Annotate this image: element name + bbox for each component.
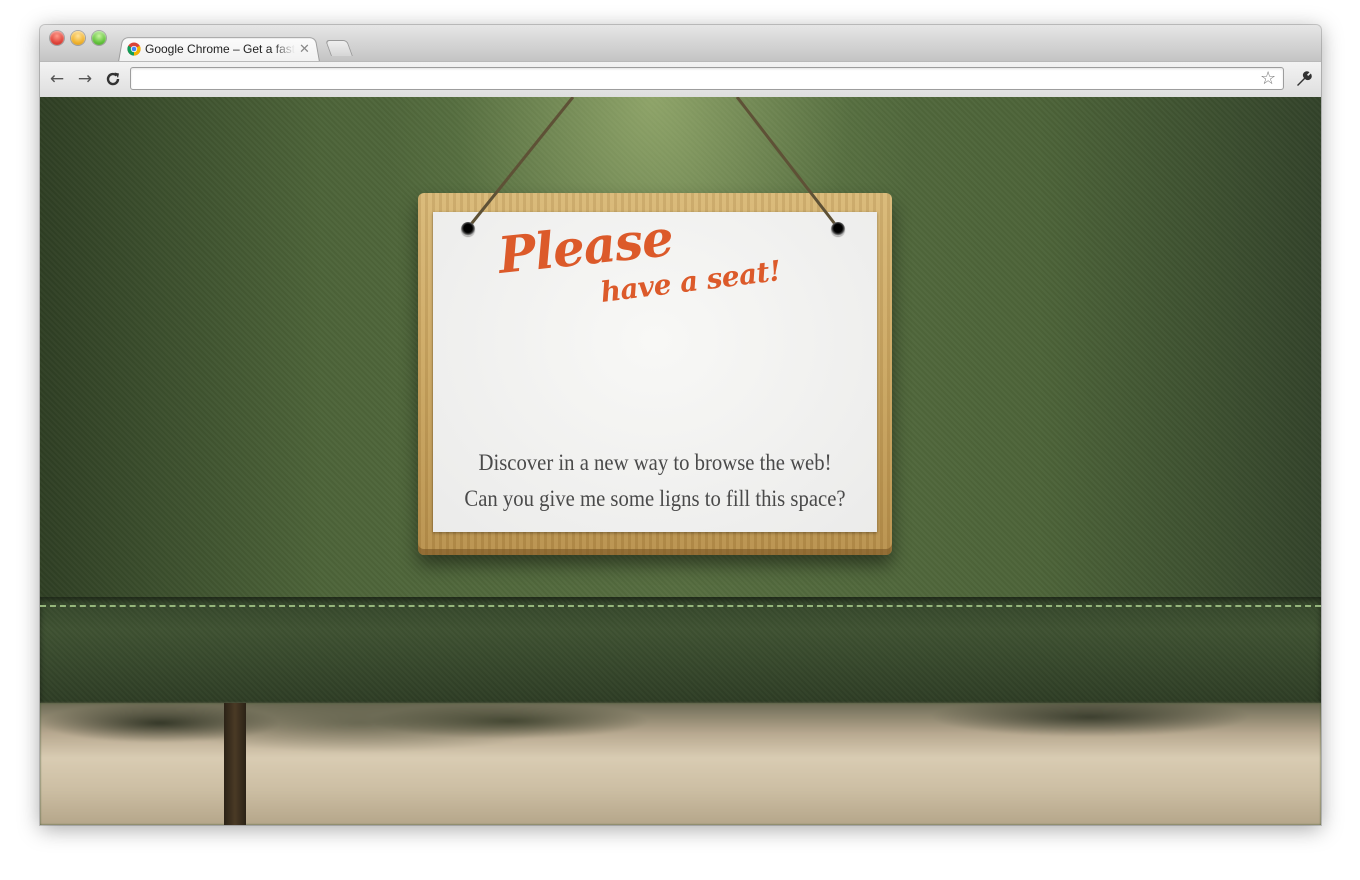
wrench-menu-icon[interactable] xyxy=(1294,69,1314,89)
active-tab-content[interactable]: Google Chrome – Get a fast new browser ✕ xyxy=(122,36,316,61)
left-grommet-icon xyxy=(461,222,475,236)
stitch-line xyxy=(40,605,1321,607)
right-grommet-icon xyxy=(831,222,845,236)
close-window-button[interactable] xyxy=(50,31,64,45)
minimize-window-button[interactable] xyxy=(71,31,85,45)
sign-body-line-2: Can you give me some ligns to fill this … xyxy=(464,486,846,511)
sign-body-text: Discover in a new way to browse the web!… xyxy=(455,445,855,517)
chrome-logo-icon xyxy=(127,41,141,56)
title-bar: Google Chrome – Get a fast new browser ✕ xyxy=(40,25,1321,62)
address-bar-input[interactable] xyxy=(130,67,1284,90)
new-tab-button[interactable] xyxy=(325,40,353,56)
fabric-hem xyxy=(40,597,1321,703)
maximize-window-button[interactable] xyxy=(92,31,106,45)
forward-arrow-icon[interactable]: → xyxy=(75,69,95,89)
page-viewport: Please have a seat! Discover in a new wa… xyxy=(40,97,1321,825)
bookmark-star-icon[interactable]: ☆ xyxy=(1260,68,1276,89)
browser-toolbar: ← → ☆ xyxy=(40,61,1321,98)
tab-title: Google Chrome – Get a fast new browser xyxy=(145,41,295,56)
reload-icon[interactable] xyxy=(103,69,123,89)
reload-arrow-icon xyxy=(106,72,120,86)
tab-close-icon[interactable]: ✕ xyxy=(299,41,310,57)
hanging-string xyxy=(466,97,840,229)
sign-body-line-1: Discover in a new way to browse the web! xyxy=(478,450,832,475)
wrench-icon xyxy=(1297,71,1312,86)
wooden-post xyxy=(224,703,246,825)
back-arrow-icon[interactable]: ← xyxy=(47,69,67,89)
browser-window: Google Chrome – Get a fast new browser ✕… xyxy=(40,25,1321,825)
